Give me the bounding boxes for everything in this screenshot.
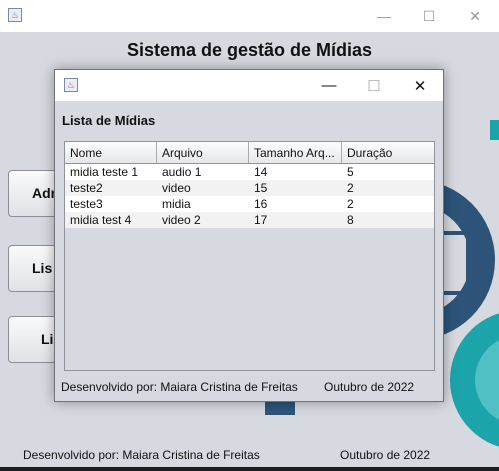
minimize-button[interactable]: — (362, 0, 406, 32)
cell-nome: teste2 (70, 181, 103, 195)
main-footer-author: Desenvolvido por: Maiara Cristina de Fre… (23, 448, 260, 462)
java-app-icon: ♨ (8, 8, 22, 22)
column-header-duracao[interactable]: Duração (342, 142, 434, 163)
media-table: Nome Arquivo Tamanho Arq... Duração midi… (64, 141, 435, 371)
cell-tamanho: 15 (254, 181, 268, 195)
cell-nome: midia test 4 (70, 213, 132, 227)
cell-tamanho: 14 (254, 165, 268, 179)
table-row[interactable]: teste2 video 15 2 (65, 180, 434, 196)
cell-arquivo: midia (162, 197, 191, 211)
dialog-footer-author: Desenvolvido por: Maiara Cristina de Fre… (61, 380, 298, 394)
cell-nome: midia teste 1 (70, 165, 139, 179)
dialog-maximize-button[interactable]: ☐ (352, 70, 396, 101)
cell-duracao: 5 (347, 165, 354, 179)
cell-duracao: 8 (347, 213, 354, 227)
table-body: midia teste 1 audio 1 14 5 teste2 video 15 2 t… (65, 164, 434, 228)
dialog-heading: Lista de Mídias (62, 113, 156, 128)
cell-duracao: 2 (347, 197, 354, 211)
cell-arquivo: audio 1 (162, 165, 202, 179)
cell-duracao: 2 (347, 181, 354, 195)
cell-arquivo: video (162, 181, 191, 195)
maximize-button[interactable]: ☐ (407, 0, 451, 32)
table-row[interactable]: midia teste 1 audio 1 14 5 (65, 164, 434, 180)
dialog-footer-date: Outubro de 2022 (324, 380, 415, 394)
table-row[interactable]: midia test 4 video 2 17 8 (65, 212, 434, 228)
media-list-dialog: ♨ — ☐ ✕ Lista de Mídias Nome Arquivo Tam… (54, 69, 444, 402)
column-header-arquivo[interactable]: Arquivo (157, 142, 249, 163)
cell-arquivo: video 2 (162, 213, 201, 227)
java-app-icon: ♨ (64, 78, 78, 92)
close-button[interactable]: ✕ (453, 0, 497, 32)
cell-tamanho: 17 (254, 213, 268, 227)
cell-tamanho: 16 (254, 197, 268, 211)
cell-nome: teste3 (70, 197, 103, 211)
column-header-tamanho[interactable]: Tamanho Arq... (249, 142, 342, 163)
main-title-bar: ♨ — ☐ ✕ (0, 0, 499, 32)
dialog-minimize-button[interactable]: — (307, 70, 351, 101)
main-window: ♨ — ☐ ✕ Sistema de gestão de Mídias Adm … (0, 0, 499, 467)
dialog-title-bar: ♨ — ☐ ✕ (55, 70, 443, 101)
table-row[interactable]: teste3 midia 16 2 (65, 196, 434, 212)
table-header: Nome Arquivo Tamanho Arq... Duração (65, 142, 434, 164)
dialog-close-button[interactable]: ✕ (398, 70, 442, 101)
app-title: Sistema de gestão de Mídias (126, 40, 373, 60)
column-header-nome[interactable]: Nome (65, 142, 157, 163)
main-footer-date: Outubro de 2022 (340, 448, 431, 462)
